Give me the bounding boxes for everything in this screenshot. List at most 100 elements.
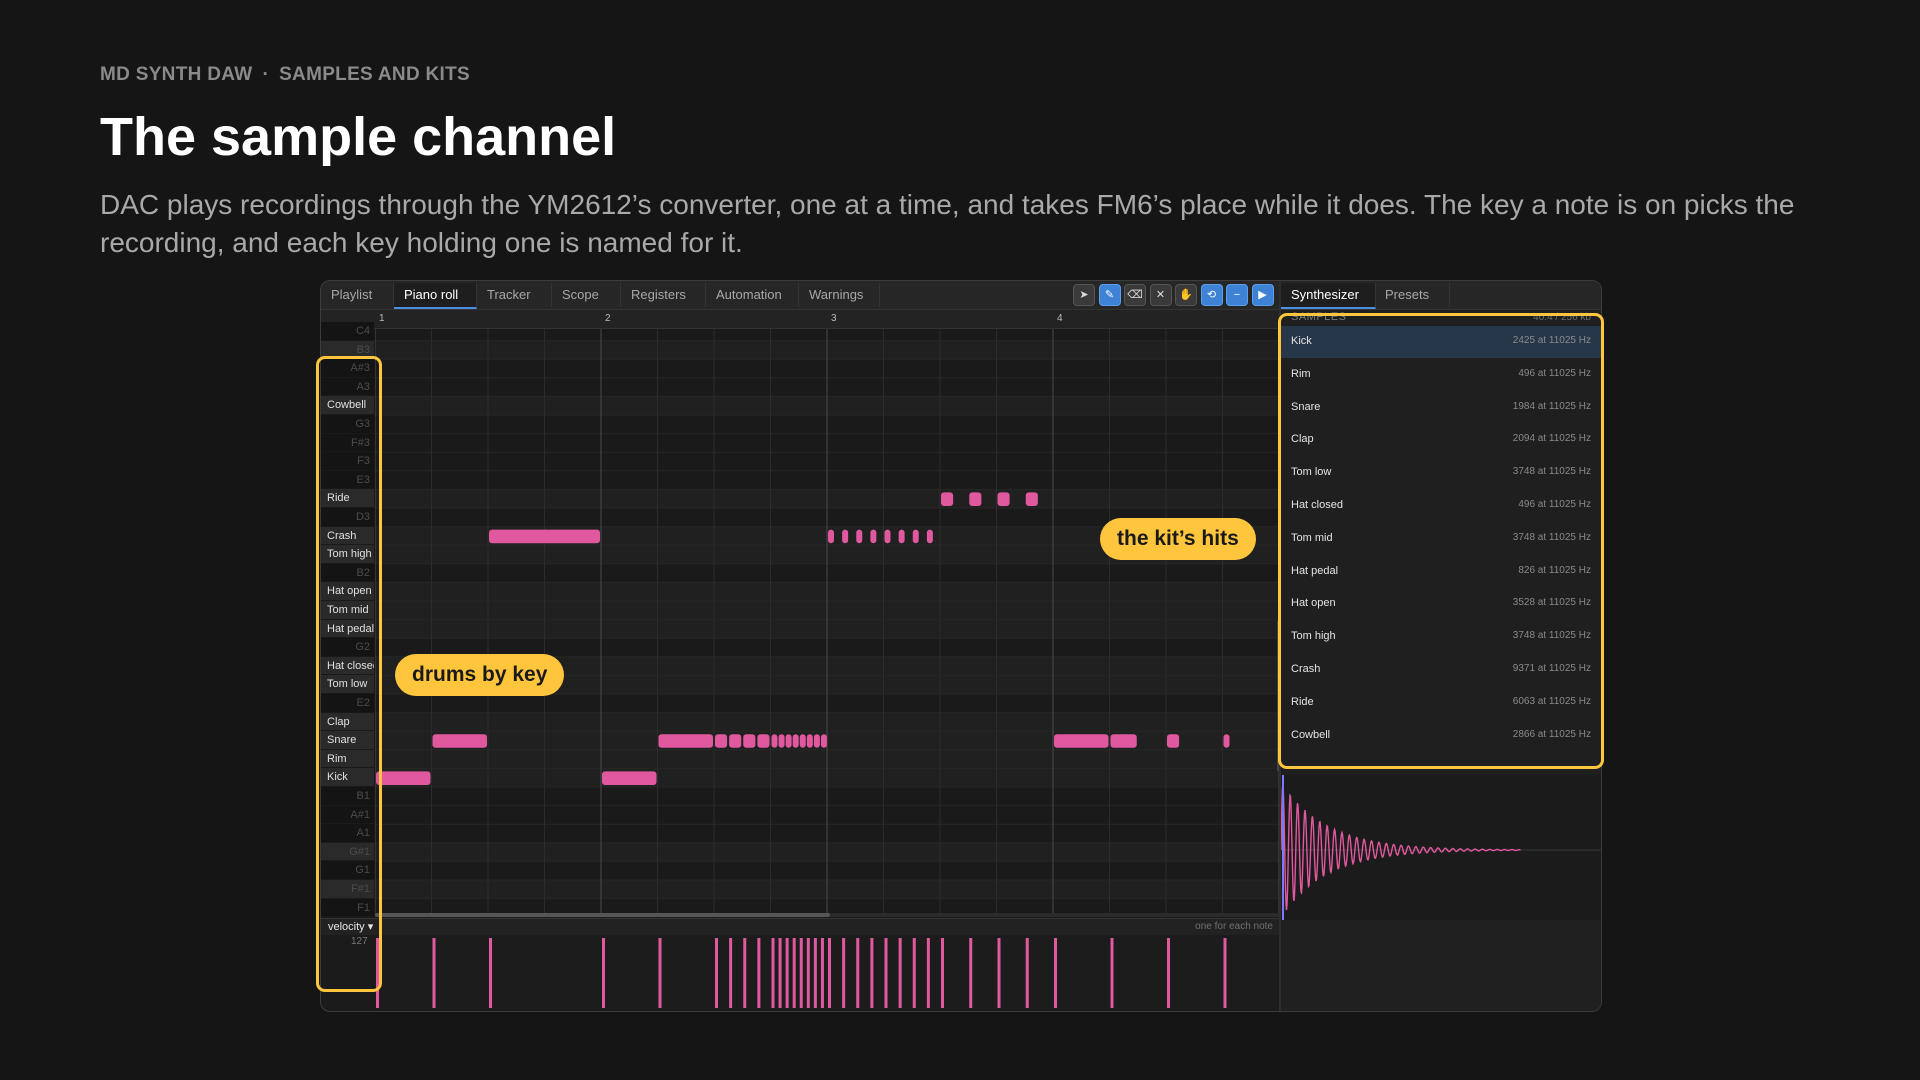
note-snare[interactable] <box>432 734 488 748</box>
key-cowbell[interactable]: Cowbell <box>321 396 374 414</box>
key-kick[interactable]: Kick <box>321 768 374 786</box>
key-tom-low[interactable]: Tom low <box>321 675 374 693</box>
key-clap[interactable]: Clap <box>321 712 374 731</box>
tab-presets[interactable]: Presets <box>1375 283 1450 307</box>
horizontal-scrollbar[interactable] <box>375 913 1279 917</box>
key-snare[interactable]: Snare <box>321 731 374 749</box>
sample-row-tom-high[interactable]: Tom high 3748 at 11025 Hz <box>1281 621 1601 653</box>
velocity-bar[interactable] <box>489 938 492 1008</box>
key-hat-closed[interactable]: Hat closed <box>321 656 374 675</box>
cut-icon[interactable]: ✕ <box>1149 284 1172 306</box>
key-note[interactable]: F1 <box>321 898 374 917</box>
key-hat-pedal[interactable]: Hat pedal <box>321 619 374 638</box>
horizontal-scroll-thumb[interactable] <box>375 913 830 917</box>
velocity-bar[interactable] <box>792 938 796 1008</box>
velocity-bar[interactable] <box>941 938 944 1008</box>
velocity-bar[interactable] <box>771 938 775 1008</box>
sample-row-crash[interactable]: Crash 9371 at 11025 Hz <box>1281 654 1601 686</box>
velocity-bar[interactable] <box>757 938 761 1008</box>
velocity-bar[interactable] <box>997 938 1001 1008</box>
key-ride[interactable]: Ride <box>321 489 374 507</box>
tab-playlist[interactable]: Playlist <box>321 283 394 307</box>
velocity-bar[interactable] <box>969 938 973 1008</box>
note-kick[interactable] <box>602 771 657 785</box>
velocity-bar[interactable] <box>602 938 605 1008</box>
note-ride[interactable] <box>969 492 982 506</box>
note-snare[interactable] <box>813 734 820 748</box>
velocity-bar[interactable] <box>806 938 810 1008</box>
note-crash[interactable] <box>912 529 919 544</box>
key-note[interactable]: B1 <box>321 787 374 805</box>
key-note[interactable]: A1 <box>321 824 374 842</box>
velocity-lane[interactable] <box>375 935 1279 1011</box>
velocity-bar[interactable] <box>799 938 803 1008</box>
velocity-bar[interactable] <box>1167 938 1170 1008</box>
velocity-bar[interactable] <box>926 938 930 1008</box>
velocity-bar[interactable] <box>729 938 733 1008</box>
key-note[interactable]: G#1 <box>321 842 374 861</box>
key-tom-high[interactable]: Tom high <box>321 545 374 563</box>
note-snare[interactable] <box>658 734 714 748</box>
note-crash[interactable] <box>884 529 891 544</box>
note-snare[interactable] <box>792 734 799 748</box>
key-note[interactable]: G1 <box>321 861 374 879</box>
tab-scope[interactable]: Scope <box>552 283 621 307</box>
note-snare[interactable] <box>1167 734 1180 748</box>
note-snare[interactable] <box>743 734 756 748</box>
key-note[interactable]: A3 <box>321 377 374 396</box>
sample-row-hat-open[interactable]: Hat open 3528 at 11025 Hz <box>1281 588 1601 620</box>
minus-icon[interactable]: − <box>1226 284 1248 306</box>
tab-synthesizer[interactable]: Synthesizer <box>1281 283 1376 309</box>
sample-row-tom-mid[interactable]: Tom mid 3748 at 11025 Hz <box>1281 523 1601 555</box>
tab-automation[interactable]: Automation <box>706 283 799 307</box>
note-snare[interactable] <box>715 734 728 748</box>
sample-row-clap[interactable]: Clap 2094 at 11025 Hz <box>1281 424 1601 456</box>
note-crash[interactable] <box>856 529 863 544</box>
velocity-svg[interactable] <box>375 935 1279 1011</box>
key-note[interactable]: C4 <box>321 322 374 340</box>
key-note[interactable]: F#3 <box>321 433 374 452</box>
velocity-bar[interactable] <box>828 938 831 1008</box>
key-tom-mid[interactable]: Tom mid <box>321 601 374 619</box>
key-hat-open[interactable]: Hat open <box>321 582 374 600</box>
sample-row-tom-low[interactable]: Tom low 3748 at 11025 Hz <box>1281 457 1601 489</box>
velocity-bar[interactable] <box>1223 938 1227 1008</box>
note-crash[interactable] <box>898 529 905 544</box>
tab-piano-roll[interactable]: Piano roll <box>394 283 477 309</box>
velocity-bar[interactable] <box>715 938 718 1008</box>
velocity-bar[interactable] <box>1110 938 1114 1008</box>
velocity-bar[interactable] <box>376 938 379 1008</box>
key-note[interactable]: B2 <box>321 563 374 582</box>
note-snare[interactable] <box>729 734 742 748</box>
key-rim[interactable]: Rim <box>321 749 374 768</box>
timeline-ruler[interactable]: 1 2 3 4 <box>321 310 1279 329</box>
note-ride[interactable] <box>941 492 954 506</box>
pencil-icon[interactable]: ✎ <box>1098 284 1121 306</box>
velocity-bar[interactable] <box>820 938 824 1008</box>
velocity-bar[interactable] <box>813 938 817 1008</box>
note-crash[interactable] <box>828 529 834 544</box>
note-crash[interactable] <box>926 529 933 544</box>
note-snare[interactable] <box>806 734 813 748</box>
key-crash[interactable]: Crash <box>321 526 374 545</box>
velocity-bar[interactable] <box>743 938 747 1008</box>
note-snare[interactable] <box>1054 734 1109 748</box>
velocity-bar[interactable] <box>884 938 888 1008</box>
note-ride[interactable] <box>1025 492 1038 506</box>
note-snare[interactable] <box>820 734 827 748</box>
key-note[interactable]: A#3 <box>321 359 374 377</box>
hand-icon[interactable]: ✋ <box>1175 284 1197 306</box>
sample-row-kick[interactable]: Kick 2425 at 11025 Hz <box>1281 326 1601 358</box>
velocity-bar[interactable] <box>856 938 860 1008</box>
note-ride[interactable] <box>997 492 1010 506</box>
velocity-bar[interactable] <box>842 938 846 1008</box>
key-note[interactable]: G2 <box>321 638 374 656</box>
play-icon[interactable]: ▶ <box>1251 284 1274 306</box>
velocity-bar[interactable] <box>898 938 902 1008</box>
sample-row-cowbell[interactable]: Cowbell 2866 at 11025 Hz <box>1281 720 1601 752</box>
velocity-bar[interactable] <box>1054 938 1057 1008</box>
velocity-bar[interactable] <box>778 938 782 1008</box>
note-crash[interactable] <box>870 529 877 544</box>
sample-row-hat-closed[interactable]: Hat closed 496 at 11025 Hz <box>1281 490 1601 522</box>
note-snare[interactable] <box>1110 734 1137 748</box>
